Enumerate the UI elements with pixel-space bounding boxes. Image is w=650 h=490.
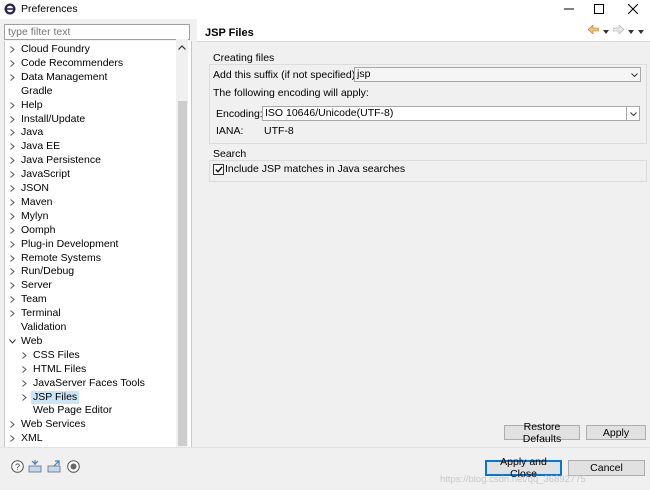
tree-item-label: JavaServer Faces Tools <box>33 376 145 389</box>
close-button[interactable] <box>618 0 648 18</box>
tree-item-label: JSON <box>21 182 50 194</box>
tree-item-label: Server <box>21 279 52 292</box>
preference-page: JSP Files Creating files Add this suffix… <box>197 19 650 447</box>
svg-text:?: ? <box>14 462 19 472</box>
chevron-right-icon[interactable] <box>8 43 16 56</box>
filter-field[interactable] <box>4 24 190 40</box>
page-header: JSP Files <box>197 19 650 42</box>
tree-item-label: Java <box>21 126 44 139</box>
chevron-right-icon[interactable] <box>8 307 16 320</box>
tree-item-label: Maven <box>21 195 53 208</box>
encoding-value: ISO 10646/Unicode(UTF-8) <box>265 107 394 119</box>
page-nav <box>587 24 644 37</box>
chevron-right-icon[interactable] <box>8 196 16 209</box>
tree-item-label: Oomph <box>21 223 56 236</box>
tree-item-label: Data Management <box>21 70 108 83</box>
creating-files-label: Creating files <box>213 52 275 64</box>
chevron-right-icon[interactable] <box>8 252 16 265</box>
suffix-combo[interactable]: jsp <box>354 67 641 82</box>
help-icon[interactable]: ? <box>10 459 24 473</box>
tree-item-label: Java EE <box>21 140 61 153</box>
chevron-right-icon[interactable] <box>8 265 16 278</box>
chevron-right-icon[interactable] <box>20 377 28 390</box>
chevron-down-icon[interactable] <box>8 335 16 348</box>
chevron-right-icon[interactable] <box>8 71 16 84</box>
include-jsp-checkbox[interactable] <box>213 164 224 175</box>
back-dropdown-icon[interactable] <box>603 25 609 37</box>
chevron-right-icon[interactable] <box>8 210 16 223</box>
tree-item-label: Validation <box>21 321 67 333</box>
tree-item-label: Help <box>21 98 43 111</box>
chevron-right-icon[interactable] <box>8 140 16 153</box>
tree-scrollbar[interactable] <box>176 39 188 463</box>
chevron-right-icon[interactable] <box>8 293 16 306</box>
tree-item-label: Web <box>21 334 43 347</box>
chevron-right-icon[interactable] <box>8 238 16 251</box>
tree-item-label: Run/Debug <box>21 265 75 278</box>
chevron-right-icon[interactable] <box>8 224 16 237</box>
export-icon[interactable] <box>47 459 61 473</box>
chevron-right-icon[interactable] <box>8 154 16 167</box>
chevron-down-icon[interactable] <box>628 68 640 81</box>
iana-value: UTF-8 <box>264 125 294 137</box>
restore-defaults-button[interactable]: Restore Defaults <box>504 421 580 445</box>
tree-item-label: HTML Files <box>33 362 87 375</box>
forward-arrow-icon[interactable] <box>612 24 625 37</box>
iana-label: IANA: <box>216 125 244 137</box>
tree-item-label: Team <box>21 293 47 306</box>
record-icon[interactable] <box>66 459 80 473</box>
tree-item-label: Mylyn <box>21 209 49 222</box>
scroll-thumb[interactable] <box>178 101 187 446</box>
tree-item-label: Web Page Editor <box>33 404 113 417</box>
chevron-right-icon[interactable] <box>20 363 28 376</box>
tree-item-label: Code Recommenders <box>21 56 124 69</box>
chevron-right-icon[interactable] <box>8 432 16 445</box>
chevron-right-icon[interactable] <box>8 57 16 70</box>
tree-item-label: Cloud Foundry <box>21 43 90 55</box>
chevron-right-icon[interactable] <box>8 99 16 112</box>
tree-item-label: CSS Files <box>33 348 80 361</box>
title-bar: Preferences <box>0 0 650 18</box>
tree-item-label: Remote Systems <box>21 251 101 264</box>
encoding-label: Encoding: <box>216 108 263 120</box>
search-group-label: Search <box>213 148 247 160</box>
watermark-text: https://blog.csdn.net/qq_36892775 <box>440 474 586 485</box>
maximize-button[interactable] <box>584 0 614 18</box>
chevron-right-icon[interactable] <box>8 182 16 195</box>
tree-item-label: Plug-in Development <box>21 237 119 250</box>
suffix-value: jsp <box>357 68 371 80</box>
import-icon[interactable] <box>28 459 42 473</box>
filter-input[interactable] <box>5 25 189 39</box>
back-arrow-icon[interactable] <box>587 24 600 37</box>
tree-item-label: Java Persistence <box>21 154 101 167</box>
tree-item-label: XML <box>21 432 43 445</box>
include-jsp-label: Include JSP matches in Java searches <box>225 163 406 175</box>
minimize-button[interactable] <box>554 0 584 18</box>
tree-item-label: Terminal <box>21 307 61 320</box>
view-menu-icon[interactable] <box>638 25 644 37</box>
chevron-right-icon[interactable] <box>8 168 16 181</box>
tree-item-label: Install/Update <box>21 112 86 125</box>
suffix-label: Add this suffix (if not specified): <box>213 69 359 81</box>
forward-dropdown-icon[interactable] <box>628 25 634 37</box>
tree-item-label: Web Services <box>21 418 86 431</box>
apply-button[interactable]: Apply <box>586 425 646 440</box>
tree-item-label: JavaScript <box>21 168 71 181</box>
chevron-right-icon[interactable] <box>20 391 28 404</box>
page-title: JSP Files <box>205 27 254 39</box>
window-title: Preferences <box>21 3 78 15</box>
scroll-up-icon[interactable] <box>176 41 188 53</box>
chevron-right-icon[interactable] <box>8 418 16 431</box>
chevron-right-icon[interactable] <box>8 279 16 292</box>
encoding-combo[interactable]: ISO 10646/Unicode(UTF-8) <box>262 106 640 121</box>
chevron-right-icon[interactable] <box>20 349 28 362</box>
chevron-right-icon[interactable] <box>8 113 16 126</box>
tree-item-label: JSP Files <box>31 390 80 404</box>
chevron-down-icon[interactable] <box>626 107 639 120</box>
encoding-note: The following encoding will apply: <box>213 87 369 99</box>
chevron-right-icon[interactable] <box>8 126 16 139</box>
tree-item-label: Gradle <box>21 84 53 97</box>
preference-tree: Cloud Foundry Code Recommenders Data Manag… <box>4 41 192 466</box>
eclipse-app-icon <box>4 3 16 15</box>
